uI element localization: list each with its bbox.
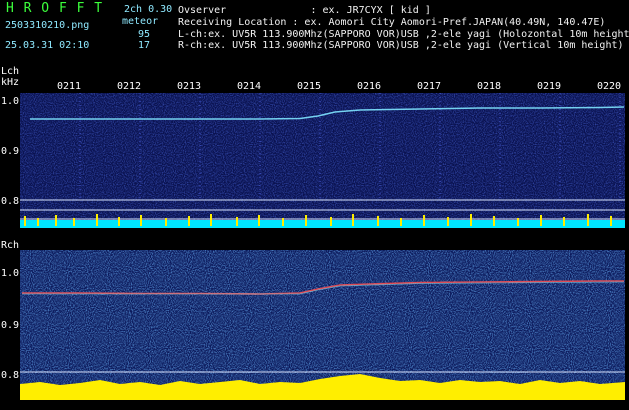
spectrogram-canvas xyxy=(20,93,625,400)
rch-spectrogram xyxy=(20,250,625,400)
lch-spectrogram xyxy=(20,93,625,228)
